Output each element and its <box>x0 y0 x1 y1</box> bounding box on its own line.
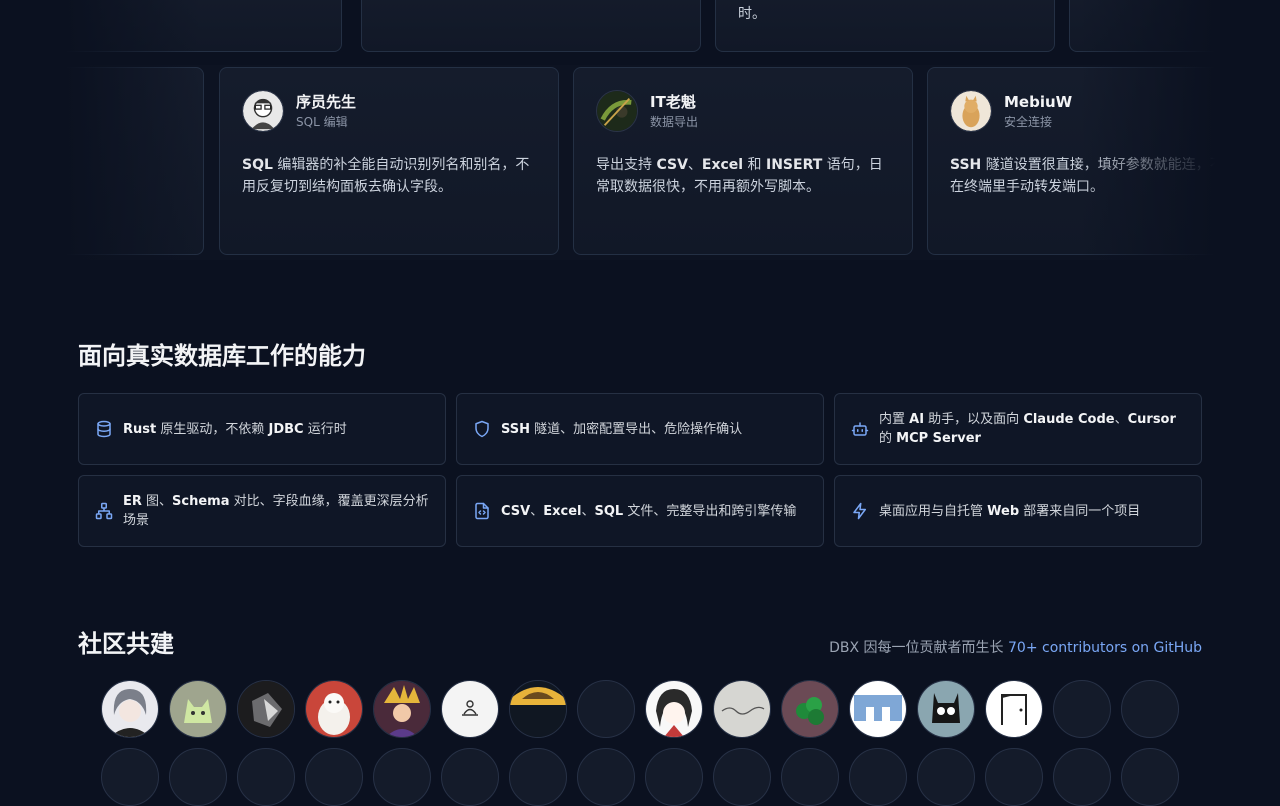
zap-icon <box>853 502 866 520</box>
contributor-avatar[interactable] <box>985 748 1043 806</box>
testimonial-text: 时。 <box>738 6 766 22</box>
testimonial-card <box>50 0 342 52</box>
testimonial-row-top: 时。 <box>50 0 1230 55</box>
feature-text: 内置 AI 助手，以及面向 Claude Code、Cursor 的 MCP S… <box>879 412 1176 446</box>
contributor-avatar[interactable] <box>985 680 1043 738</box>
contributor-avatar[interactable] <box>373 748 431 806</box>
testimonial-card: 时。 <box>715 0 1055 52</box>
contributor-avatar[interactable] <box>509 680 567 738</box>
testimonial-card: 型 Schema 也不翻来翻去。 <box>50 67 204 255</box>
section-title-community: 社区共建 <box>78 630 174 658</box>
testimonial-text: 导出支持 CSV、Excel 和 INSERT 语句，日常取数据很快，不用再额外… <box>596 157 883 195</box>
feature-text: 桌面应用与自托管 Web 部署来自同一个项目 <box>879 503 1141 519</box>
contributor-avatar[interactable] <box>713 748 771 806</box>
contributor-avatar[interactable] <box>645 680 703 738</box>
contributor-avatar[interactable] <box>101 748 159 806</box>
contributor-avatar[interactable] <box>849 680 907 738</box>
feature-card: CSV、Excel、SQL 文件、完整导出和跨引擎传输 <box>456 475 824 547</box>
feature-card: ER 图、Schema 对比、字段血缘，覆盖更深层分析场景 <box>78 475 446 547</box>
testimonial-row: 型 Schema 也不翻来翻去。 序员先生 SQL 编辑 SQL 编辑器的补全能… <box>50 65 1230 260</box>
contributor-avatar[interactable] <box>1121 748 1179 806</box>
network-icon <box>95 502 113 520</box>
avatar <box>596 90 638 132</box>
contributors-link[interactable]: 70+ contributors on GitHub <box>1008 640 1202 656</box>
feature-grid: Rust 原生驱动，不依赖 JDBC 运行时 SSH 隧道、加密配置导出、危险操… <box>78 393 1202 547</box>
contributor-avatar[interactable] <box>509 748 567 806</box>
avatar <box>950 90 992 132</box>
contributor-avatar[interactable] <box>237 748 295 806</box>
contributor-avatar[interactable] <box>849 748 907 806</box>
contributor-avatar[interactable] <box>577 748 635 806</box>
contributor-avatar[interactable] <box>781 748 839 806</box>
section-title-features: 面向真实数据库工作的能力 <box>78 342 366 370</box>
feature-text: Rust 原生驱动，不依赖 JDBC 运行时 <box>123 421 347 437</box>
testimonial-card: MebiuW 安全连接 SSH 隧道设置很直接，填好参数就能连，不用在终端里手动… <box>927 67 1230 255</box>
avatar <box>242 90 284 132</box>
feature-card: 内置 AI 助手，以及面向 Claude Code、Cursor 的 MCP S… <box>834 393 1202 465</box>
shield-icon <box>475 420 489 438</box>
author-role: 数据导出 <box>650 114 699 129</box>
testimonial-text: 型 Schema 也不翻来翻去。 <box>50 154 181 198</box>
feature-text: CSV、Excel、SQL 文件、完整导出和跨引擎传输 <box>501 503 797 519</box>
testimonial-card <box>1069 0 1230 52</box>
author-role: SQL 编辑 <box>296 114 348 129</box>
contributor-avatar[interactable] <box>373 680 431 738</box>
file-code-icon <box>475 502 489 520</box>
contributor-avatar[interactable] <box>305 748 363 806</box>
contributor-avatar[interactable] <box>441 680 499 738</box>
testimonial-card: IT老魁 数据导出 导出支持 CSV、Excel 和 INSERT 语句，日常取… <box>573 67 913 255</box>
author-name: IT老魁 <box>650 92 696 111</box>
testimonial-text: SQL 编辑器的补全能自动识别列名和别名，不用反复切到结构面板去确认字段。 <box>242 157 530 195</box>
feature-text: SSH 隧道、加密配置导出、危险操作确认 <box>501 421 743 437</box>
contributor-avatar[interactable] <box>1121 680 1179 738</box>
feature-card: Rust 原生驱动，不依赖 JDBC 运行时 <box>78 393 446 465</box>
contributor-grid <box>101 680 1179 806</box>
feature-card: SSH 隧道、加密配置导出、危险操作确认 <box>456 393 824 465</box>
testimonial-card: 序员先生 SQL 编辑 SQL 编辑器的补全能自动识别列名和别名，不用反复切到结… <box>219 67 559 255</box>
author-name: MebiuW <box>1004 92 1073 111</box>
contributor-avatar[interactable] <box>577 680 635 738</box>
feature-card: 桌面应用与自托管 Web 部署来自同一个项目 <box>834 475 1202 547</box>
testimonial-text: SSH 隧道设置很直接，填好参数就能连，不用在终端里手动转发端口。 <box>950 157 1230 195</box>
contributor-avatar[interactable] <box>917 748 975 806</box>
database-icon <box>97 420 111 438</box>
testimonial-card <box>361 0 701 52</box>
contributor-avatar[interactable] <box>101 680 159 738</box>
contributor-avatar[interactable] <box>645 748 703 806</box>
contributor-avatar[interactable] <box>441 748 499 806</box>
bot-icon <box>851 422 869 436</box>
contributor-avatar[interactable] <box>305 680 363 738</box>
contributor-avatar[interactable] <box>169 680 227 738</box>
contributor-avatar[interactable] <box>237 680 295 738</box>
credit-text: DBX 因每一位贡献者而生长 <box>829 640 1004 656</box>
contributor-avatar[interactable] <box>917 680 975 738</box>
author-role: 安全连接 <box>1004 114 1053 129</box>
contributor-avatar[interactable] <box>1053 680 1111 738</box>
contributor-avatar[interactable] <box>169 748 227 806</box>
contributor-avatar[interactable] <box>713 680 771 738</box>
contributor-avatar[interactable] <box>781 680 839 738</box>
feature-text: ER 图、Schema 对比、字段血缘，覆盖更深层分析场景 <box>123 494 429 528</box>
author-name: 序员先生 <box>296 92 357 111</box>
contributors-credit: DBX 因每一位贡献者而生长 70+ contributors on GitHu… <box>829 637 1202 657</box>
contributor-avatar[interactable] <box>1053 748 1111 806</box>
